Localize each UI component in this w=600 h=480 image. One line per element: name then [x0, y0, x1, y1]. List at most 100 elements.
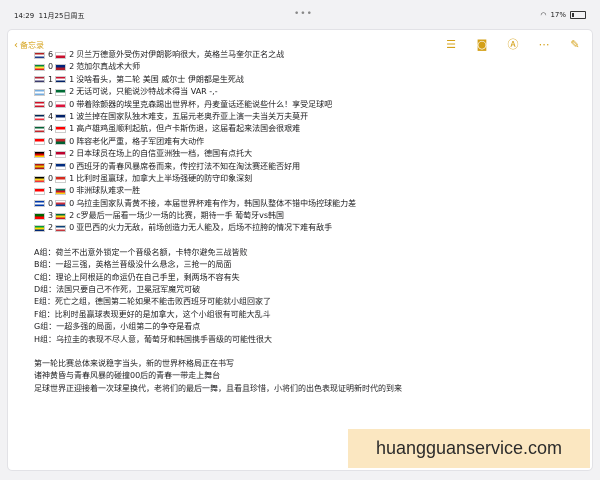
team-b-flag-icon — [55, 113, 67, 121]
team-a-flag-icon — [34, 175, 45, 183]
match-comment: 乌拉圭国家队青黄不接，本届世界杯难有作为，韩国队整体不错中场控球能力差 — [76, 198, 357, 208]
status-bar: 14:29 11月25日周五 ••• ◠ 17% — [0, 0, 600, 30]
status-right: ◠ 17% — [540, 11, 586, 19]
score-a: 0 — [48, 62, 54, 72]
match-comment: 亚巴西的火力无敌，前场创造力无人能及，后场不拉胯的情况下难有敌手 — [76, 223, 333, 233]
multitask-dots-icon[interactable]: ••• — [294, 9, 313, 19]
group-summary-line: A组：荷兰不出意外锁定一个晋级名额，卡特尔避免三战皆败 — [34, 247, 248, 257]
score-a: 1 — [48, 74, 54, 84]
match-row: 0 0 阵容老化严重，格子军团难有大动作 — [34, 136, 579, 148]
match-row: 0 0 乌拉圭国家队青黄不接，本届世界杯难有作为，韩国队整体不错中场控球能力差 — [34, 198, 579, 210]
score-b: 2 — [69, 50, 75, 59]
score-a: 0 — [48, 173, 54, 183]
team-a-flag-icon — [34, 113, 45, 121]
score-a: 4 — [48, 124, 54, 134]
match-comment: 日本球员在场上的自信亚洲独一档，德国有点托大 — [76, 149, 253, 159]
match-comment: 高卢雄鸡虽顺利起航，但卢卡斯伤退，这届看起来法国会很艰难 — [76, 124, 301, 134]
team-b-flag-icon — [55, 175, 67, 183]
score-b: 2 — [69, 211, 75, 221]
score-b: 0 — [69, 99, 75, 109]
team-b-flag-icon — [55, 212, 67, 220]
score-a: 2 — [48, 223, 54, 233]
score-b: 0 — [69, 161, 75, 171]
team-b-flag-icon — [55, 138, 67, 146]
team-b-flag-icon — [55, 187, 67, 195]
team-b-flag-icon — [55, 76, 67, 84]
match-row: 4 1 波兰掉在国家队独木难支，五届元老奥乔亚上演一夫当关万夫莫开 — [34, 111, 579, 123]
score-b: 2 — [69, 149, 75, 159]
team-b-flag-icon — [55, 51, 67, 59]
wifi-icon: ◠ — [540, 11, 547, 19]
score-a: 1 — [48, 186, 54, 196]
match-row: 1 2 无话可说，只能说沙特战术得当 VAR -,- — [34, 86, 579, 98]
score-b: 0 — [69, 136, 75, 146]
status-time: 14:29 11月25日周五 — [14, 12, 85, 20]
match-comment: 带着除颤器的埃里克森踢出世界杯，丹麦童话还能说些什么！享受足球吧 — [76, 99, 333, 109]
score-a: 0 — [48, 136, 54, 146]
score-a: 0 — [48, 99, 54, 109]
group-summary-line: H组：乌拉圭的表现不尽人意，葡萄牙和韩国携手晋级的可能性很大 — [34, 334, 273, 344]
team-b-flag-icon — [55, 150, 67, 158]
match-row: 7 0 西班牙的青春风暴席卷而来，传控打法不知在淘汰赛还能否好用 — [34, 161, 579, 173]
match-row: 0 2 范加尔真战术大师 — [34, 61, 579, 73]
match-row: 0 1 比利时虽赢球，加拿大上半场强硬的防守印象深刻 — [34, 173, 579, 185]
team-a-flag-icon — [34, 225, 45, 233]
summary-line: 诸神黄昏与青春风暴的碰撞00后的青春一带走上舞台 — [34, 371, 221, 381]
match-row: 3 2 c罗最后一届看一场少一场的比赛，期待一手 葡萄牙vs韩国 — [34, 210, 579, 222]
match-row: 1 2 日本球员在场上的自信亚洲独一档，德国有点托大 — [34, 148, 579, 160]
score-b: 0 — [69, 223, 75, 233]
score-b: 1 — [69, 173, 75, 183]
chevron-left-icon: ‹ — [14, 40, 18, 51]
summary-line: 足球世界正迎接着一次球星换代，老将们的最后一舞，且看且珍惜，小将们的出色表现证明… — [34, 383, 402, 393]
score-b: 1 — [69, 124, 75, 134]
group-summary-line: C组：理论上阿根廷的命运仍在自己手里，剩两场不容有失 — [34, 272, 240, 282]
match-row: 4 1 高卢雄鸡虽顺利起航，但卢卡斯伤退，这届看起来法国会很艰难 — [34, 123, 579, 135]
match-row: 1 1 没啥看头，第二轮 美国 威尔士 伊朗都是生死战 — [34, 74, 579, 86]
team-b-flag-icon — [55, 225, 67, 233]
watermark: huangguanservice.com — [348, 429, 590, 468]
team-b-flag-icon — [55, 126, 67, 134]
note-body[interactable]: 6 2 贝兰万德意外受伤对伊朗影响很大，英格兰马奎尔正名之战 0 2 范加尔真战术大师 1 1… — [34, 49, 579, 395]
summary-list: 第一轮比赛总体来说稳字当头，新的世界杯格局正在书写 诸神黄昏与青春风暴的碰撞00后… — [34, 358, 579, 395]
score-a: 1 — [48, 87, 54, 97]
team-b-flag-icon — [55, 64, 67, 72]
group-summary-line: E组：死亡之组，德国第二轮如果不能击败西班牙可能就小组回家了 — [34, 297, 272, 307]
score-a: 0 — [48, 198, 54, 208]
match-comment: 贝兰万德意外受伤对伊朗影响很大，英格兰马奎尔正名之战 — [76, 50, 285, 59]
match-comment: 比利时虽赢球，加拿大上半场强硬的防守印象深刻 — [76, 173, 253, 183]
score-b: 1 — [69, 111, 75, 121]
match-row: 6 2 贝兰万德意外受伤对伊朗影响很大，英格兰马奎尔正名之战 — [34, 49, 579, 61]
match-list: 6 2 贝兰万德意外受伤对伊朗影响很大，英格兰马奎尔正名之战 0 2 范加尔真战术大师 1 1… — [34, 49, 579, 235]
battery-icon — [570, 11, 586, 19]
team-b-flag-icon — [55, 101, 67, 109]
team-a-flag-icon — [34, 138, 45, 146]
score-b: 0 — [69, 198, 75, 208]
group-summary-line: F组：比利时虽赢球表现更好的是加拿大，这个小组很有可能大乱斗 — [34, 309, 271, 319]
group-list: A组：荷兰不出意外锁定一个晋级名额，卡特尔避免三战皆败 B组：一超三强，英格兰晋级… — [34, 247, 579, 346]
team-b-flag-icon — [55, 200, 67, 208]
team-a-flag-icon — [34, 163, 45, 171]
score-a: 1 — [48, 149, 54, 159]
team-a-flag-icon — [34, 88, 45, 96]
score-b: 2 — [69, 62, 75, 72]
team-a-flag-icon — [34, 51, 45, 59]
team-a-flag-icon — [34, 150, 45, 158]
battery-percent: 17% — [550, 11, 566, 19]
match-comment: 波兰掉在国家队独木难支，五届元老奥乔亚上演一夫当关万夫莫开 — [76, 111, 309, 121]
match-comment: 没啥看头，第二轮 美国 威尔士 伊朗都是生死战 — [76, 74, 244, 84]
team-a-flag-icon — [34, 64, 45, 72]
score-a: 7 — [48, 161, 54, 171]
match-comment: 西班牙的青春风暴席卷而来，传控打法不知在淘汰赛还能否好用 — [76, 161, 301, 171]
team-a-flag-icon — [34, 187, 45, 195]
summary-line: 第一轮比赛总体来说稳字当头，新的世界杯格局正在书写 — [34, 358, 234, 368]
team-a-flag-icon — [34, 212, 45, 220]
group-summary-line: D组：法国只要自己不作死，卫冕冠军魔咒可破 — [34, 285, 201, 295]
group-summary-line: B组：一超三强，英格兰晋级没什么悬念，三抢一的局面 — [34, 260, 232, 270]
match-comment: 范加尔真战术大师 — [76, 62, 141, 72]
team-a-flag-icon — [34, 101, 45, 109]
group-summary-line: G组：一超多强的局面，小组第二的争夺是看点 — [34, 322, 201, 332]
team-b-flag-icon — [55, 88, 67, 96]
team-b-flag-icon — [55, 163, 67, 171]
team-a-flag-icon — [34, 200, 45, 208]
score-b: 0 — [69, 186, 75, 196]
